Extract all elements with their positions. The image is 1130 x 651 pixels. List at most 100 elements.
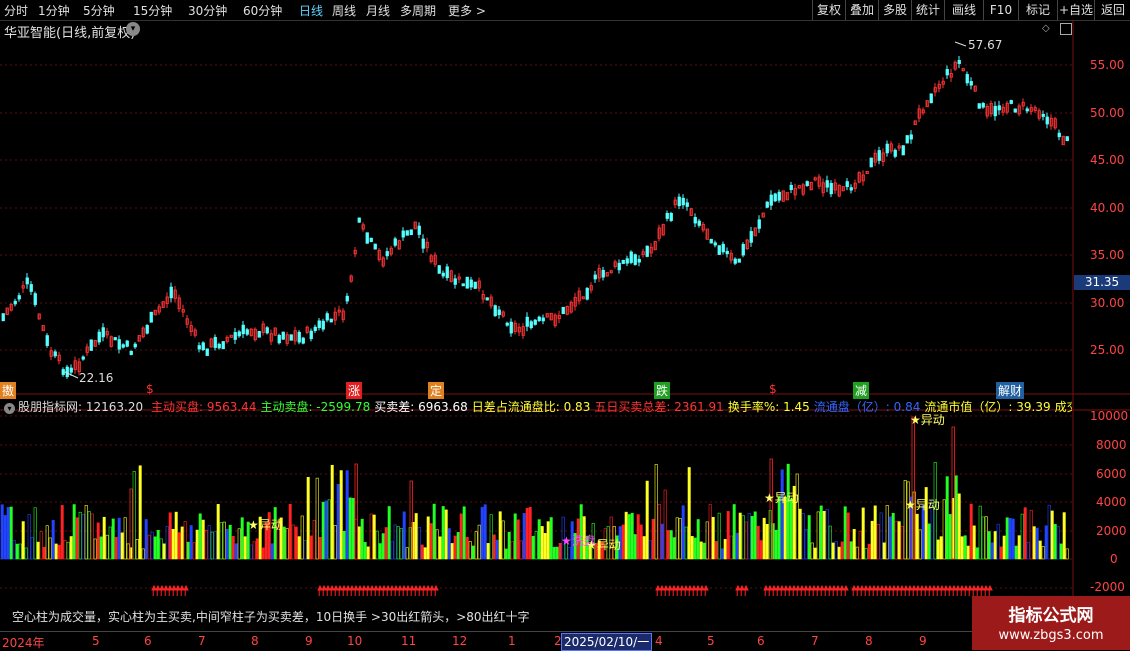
signal-label: 跌 bbox=[654, 382, 671, 399]
candle-body bbox=[541, 317, 545, 322]
candle-body bbox=[409, 229, 413, 236]
site-watermark: 指标公式网 www.zbgs3.com bbox=[972, 596, 1130, 650]
timeline-axis[interactable]: 2024年 5 6 7 8 9 10 11 12 1 2 2025/02/10/… bbox=[0, 631, 972, 651]
volume-bar bbox=[630, 512, 634, 560]
volume-bar bbox=[54, 543, 58, 560]
candle-body bbox=[401, 230, 405, 238]
volume-bar bbox=[891, 512, 895, 560]
candle-body bbox=[721, 243, 725, 253]
volume-bar bbox=[702, 542, 706, 560]
timeline-label: 1 bbox=[508, 634, 516, 648]
volume-bar bbox=[204, 529, 208, 560]
volume-bar bbox=[507, 531, 511, 560]
volume-bar bbox=[657, 504, 661, 560]
volume-bar bbox=[339, 470, 343, 560]
volume-bar bbox=[99, 536, 103, 560]
period-tab-more[interactable]: 更多 > bbox=[448, 2, 486, 19]
period-tab-1min[interactable]: 1分钟 bbox=[38, 2, 70, 19]
volume-bar bbox=[714, 541, 718, 560]
volume-bar bbox=[1038, 540, 1042, 560]
candle-body bbox=[505, 322, 509, 326]
volume-bar bbox=[1029, 509, 1033, 560]
volume-bar bbox=[948, 514, 952, 560]
candle-body bbox=[385, 251, 389, 257]
high-price-label: 57.67 bbox=[968, 38, 1003, 52]
red-arrow-marker bbox=[663, 584, 669, 596]
period-tab-15min[interactable]: 15分钟 bbox=[133, 2, 172, 19]
volume-bar bbox=[444, 509, 448, 560]
candle-body bbox=[633, 254, 637, 265]
back-button[interactable]: 返回 bbox=[1094, 0, 1130, 20]
red-arrow-marker bbox=[703, 584, 709, 596]
candle-body bbox=[29, 284, 33, 292]
window-icon[interactable] bbox=[1060, 23, 1072, 35]
volume-bar bbox=[363, 542, 367, 560]
volume-bar bbox=[207, 525, 211, 560]
candle-body bbox=[133, 343, 137, 348]
volume-bar bbox=[375, 530, 379, 560]
volume-bar bbox=[621, 524, 625, 560]
candle-body bbox=[625, 258, 629, 264]
volume-bar bbox=[153, 536, 157, 560]
volume-bar bbox=[789, 498, 793, 560]
candle-body bbox=[129, 350, 133, 355]
candle-body bbox=[101, 327, 105, 338]
annotation-label: ★异动 bbox=[248, 518, 283, 532]
indicator-name[interactable]: 股朋指标网 bbox=[18, 400, 78, 414]
volume-bar bbox=[381, 533, 385, 560]
volume-bar bbox=[180, 526, 184, 560]
candle-body bbox=[537, 316, 541, 321]
mark-button[interactable]: 标记 bbox=[1018, 0, 1057, 20]
multi-stock-button[interactable]: 多股 bbox=[878, 0, 911, 20]
volume-bar bbox=[225, 528, 229, 560]
period-tab-60min[interactable]: 60分钟 bbox=[243, 2, 282, 19]
period-tab-30min[interactable]: 30分钟 bbox=[188, 2, 227, 19]
volume-bar bbox=[429, 523, 433, 560]
period-tab-5min[interactable]: 5分钟 bbox=[83, 2, 115, 19]
candle-body bbox=[497, 309, 501, 316]
volume-bar bbox=[753, 511, 757, 560]
volume-bar bbox=[867, 543, 871, 560]
volume-bar bbox=[39, 531, 43, 560]
stats-button[interactable]: 统计 bbox=[911, 0, 944, 20]
price-tick: 25.00 bbox=[1090, 343, 1125, 357]
volume-bar bbox=[885, 505, 889, 560]
indicator-menu-icon[interactable]: ▾ bbox=[4, 403, 15, 414]
volume-bar bbox=[1044, 525, 1048, 560]
overlay-button[interactable]: 叠加 bbox=[845, 0, 878, 20]
period-tab-monthly[interactable]: 月线 bbox=[366, 2, 390, 19]
period-tab-daily[interactable]: 日线 bbox=[299, 2, 323, 19]
indicator-value: : 12163.20 bbox=[78, 400, 144, 414]
volume-bar bbox=[48, 537, 52, 560]
title-dropdown-icon[interactable]: ▾ bbox=[126, 22, 140, 36]
volume-bar bbox=[483, 504, 487, 560]
candle-body bbox=[61, 369, 65, 375]
timeline-cursor-date: 2025/02/10/一 bbox=[561, 633, 653, 651]
annotation-label: ★异动 bbox=[910, 413, 945, 427]
diamond-icon[interactable]: ◇ bbox=[1042, 23, 1050, 34]
draw-line-button[interactable]: 画线 bbox=[944, 0, 983, 20]
red-arrow-marker bbox=[903, 584, 909, 596]
candle-body bbox=[357, 217, 361, 223]
period-tab-multi[interactable]: 多周期 bbox=[400, 2, 436, 19]
watermark-title: 指标公式网 bbox=[1008, 606, 1094, 626]
period-tab-fenshi[interactable]: 分时 bbox=[4, 2, 28, 19]
volume-bar bbox=[333, 525, 337, 560]
add-watchlist-button[interactable]: +自选 bbox=[1057, 0, 1094, 20]
volume-bar bbox=[699, 541, 703, 560]
signal-label: $ bbox=[146, 382, 154, 396]
volume-bar bbox=[1014, 545, 1018, 560]
volume-bar bbox=[36, 541, 40, 560]
red-arrow-marker bbox=[783, 584, 789, 596]
volume-bar bbox=[660, 523, 664, 560]
red-arrow-marker bbox=[683, 584, 689, 596]
candle-body bbox=[1041, 113, 1045, 117]
candle-body bbox=[317, 320, 321, 328]
f10-button[interactable]: F10 bbox=[983, 0, 1018, 20]
timeline-label: 12 bbox=[452, 634, 468, 648]
period-tab-weekly[interactable]: 周线 bbox=[332, 2, 356, 19]
fuquan-button[interactable]: 复权 bbox=[812, 0, 845, 20]
candle-body bbox=[373, 243, 377, 250]
volume-bar bbox=[876, 524, 880, 560]
candle-body bbox=[677, 196, 681, 207]
